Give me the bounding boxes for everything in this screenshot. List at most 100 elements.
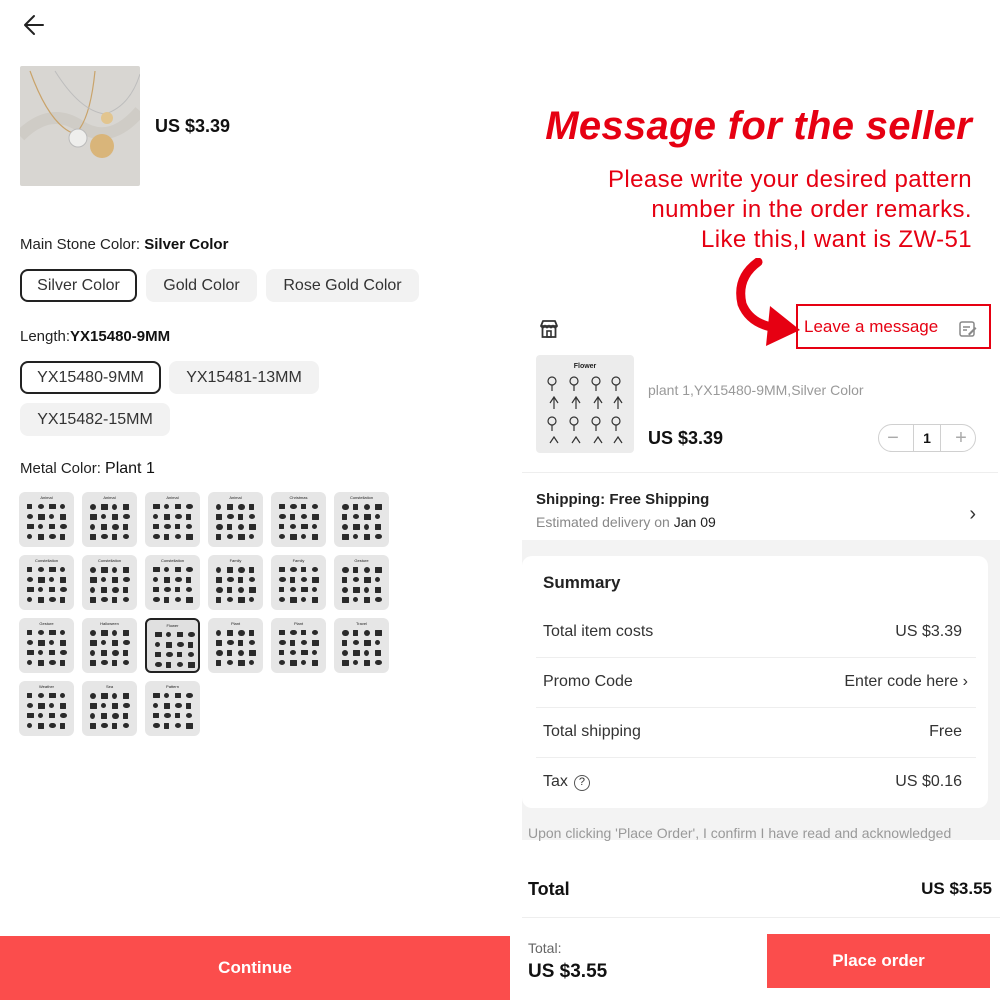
pattern-glyphs-icon [27,504,67,540]
promo-code-link[interactable]: Enter code here › [844,673,968,691]
seller-message-heading: Message for the seller [545,104,972,148]
pattern-tile-8[interactable]: Constellation [82,555,137,610]
length-option-label: Length:YX15480-9MM [20,328,170,345]
order-item-image: Flower [536,355,634,453]
pattern-tile-9[interactable]: Constellation [145,555,200,610]
place-order-button[interactable]: Place order [767,934,990,988]
pattern-tile-14[interactable]: Halloween [82,618,137,673]
stone-label: Main Stone Color: [20,236,141,253]
length-selected-value: YX15480-9MM [70,328,171,345]
length-label: Length: [20,328,71,345]
pointer-arrow-icon [736,258,800,346]
pattern-tile-11[interactable]: Family [271,555,326,610]
stone-chip-gold[interactable]: Gold Color [146,269,257,302]
delivery-estimate-prefix: Estimated delivery on [536,514,670,530]
summary-title: Summary [543,573,621,592]
pattern-tile-4[interactable]: Animal [208,492,263,547]
pattern-glyphs-icon [216,567,256,603]
quantity-stepper: − 1 + [878,424,976,452]
pattern-glyphs-icon [27,630,67,666]
pattern-tile-2[interactable]: Animal [82,492,137,547]
chevron-right-icon: › [969,503,976,525]
item-costs-value: US $3.39 [895,623,962,640]
pattern-glyphs-icon [342,504,382,540]
pattern-glyphs-icon [279,630,319,666]
stone-option-label: Main Stone Color: Silver Color [20,236,228,253]
stone-selected-value: Silver Color [144,236,229,253]
promo-instruction-line-2: number in the order remarks. [651,196,972,223]
summary-row-promo: Promo Code Enter code here › [536,658,976,708]
stone-chip-rose-gold[interactable]: Rose Gold Color [266,269,419,302]
stone-chip-silver[interactable]: Silver Color [20,269,137,302]
pattern-tile-19[interactable]: Weather [19,681,74,736]
pattern-tile-3[interactable]: Animal [145,492,200,547]
pattern-tile-15[interactable]: Flower [145,618,200,673]
summary-row-item-costs: Total item costs US $3.39 [536,608,976,658]
pattern-tile-12[interactable]: Gesture [334,555,389,610]
checkout-panel: Message for the seller Please write your… [510,0,1000,1000]
item-price: US $3.39 [648,428,724,448]
pattern-tile-1[interactable]: Animal [19,492,74,547]
total-row: Total US $3.55 [522,866,1000,918]
pattern-tile-13[interactable]: Gesture [19,618,74,673]
pattern-glyphs-icon [27,693,67,729]
order-summary-card: Summary Total item costs US $3.39 Promo … [522,556,988,808]
total-label: Total [528,879,570,899]
metal-label: Metal Color: [20,460,101,477]
pattern-tile-6[interactable]: Constellation [334,492,389,547]
pattern-tile-17[interactable]: Plant [271,618,326,673]
promo-code-label: Promo Code [543,673,633,690]
summary-row-shipping: Total shipping Free [536,708,976,758]
question-circle-icon[interactable]: ? [573,775,590,791]
leave-message-button[interactable]: Leave a message [796,304,991,349]
shipping-row[interactable]: Shipping: Free Shipping Estimated delive… [522,472,998,542]
pattern-tile-21[interactable]: Pattern [145,681,200,736]
pattern-glyphs-icon [90,630,130,666]
pattern-tile-5[interactable]: Christmas [271,492,326,547]
pattern-tile-10[interactable]: Family [208,555,263,610]
pattern-glyphs-icon [216,504,256,540]
metal-option-label: Metal Color: Plant 1 [20,460,155,478]
total-value: US $3.55 [921,879,992,898]
delivery-estimate-date: Jan 09 [673,514,716,530]
length-chip-13mm[interactable]: YX15481-13MM [169,361,319,394]
quantity-value[interactable]: 1 [913,425,941,451]
shipping-title: Shipping: Free Shipping [536,491,710,508]
leave-message-label: Leave a message [804,317,939,336]
promo-instruction-line-1: Please write your desired pattern [607,166,972,193]
tax-value: US $0.16 [895,773,962,790]
tax-label: Tax [543,773,568,790]
edit-note-icon [959,321,977,337]
pattern-tile-18[interactable]: Travel [334,618,389,673]
promo-instruction-line-3: Like this,I want is ZW-51 [701,226,972,253]
pattern-glyphs-icon [90,693,130,729]
pattern-tile-16[interactable]: Plant [208,618,263,673]
length-chip-15mm[interactable]: YX15482-15MM [20,403,170,436]
delivery-estimate: Estimated delivery on Jan 09 [536,514,716,530]
pattern-glyphs-icon [216,630,256,666]
length-chip-9mm[interactable]: YX15480-9MM [20,361,161,394]
item-variant-description: plant 1,YX15480-9MM,Silver Color [648,382,864,398]
pattern-glyphs-icon [155,632,195,668]
metal-selected-value: Plant 1 [105,460,155,477]
pattern-glyphs-icon [279,567,319,603]
total-shipping-label: Total shipping [543,723,641,740]
pattern-glyphs-icon [90,567,130,603]
product-thumbnail [20,66,140,186]
tax-label-group: Tax? [543,773,590,791]
pattern-glyphs-icon [279,504,319,540]
continue-button[interactable]: Continue [0,936,510,1000]
pattern-glyphs-icon [90,504,130,540]
pattern-glyphs-icon [342,567,382,603]
bottom-total-value: US $3.55 [528,961,608,982]
arrow-left-icon[interactable] [20,10,50,40]
total-shipping-value: Free [929,723,962,740]
store-icon [540,320,558,338]
pattern-tile-7[interactable]: Constellation [19,555,74,610]
pattern-glyphs-icon [153,504,193,540]
product-price: US $3.39 [155,116,231,136]
quantity-increase-button[interactable]: + [947,425,975,451]
pattern-tile-20[interactable]: Sea [82,681,137,736]
summary-row-tax: Tax? US $0.16 [536,758,976,808]
quantity-decrease-button[interactable]: − [879,425,907,451]
